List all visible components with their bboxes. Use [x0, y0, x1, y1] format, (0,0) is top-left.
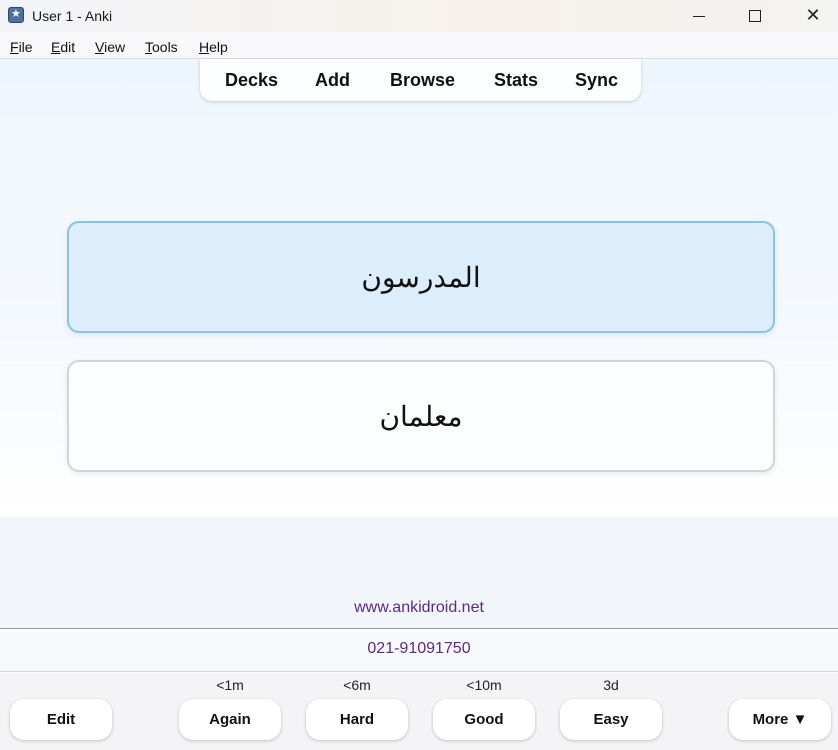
- more-button[interactable]: More ▼: [729, 699, 831, 740]
- browse-link[interactable]: Browse: [390, 70, 455, 91]
- sync-link[interactable]: Sync: [575, 70, 618, 91]
- hard-button[interactable]: Hard: [306, 699, 408, 740]
- easy-button[interactable]: Easy: [560, 699, 662, 740]
- website-link[interactable]: www.ankidroid.net: [0, 599, 838, 617]
- menu-help[interactable]: Help: [199, 39, 228, 55]
- again-button[interactable]: Again: [179, 699, 281, 740]
- again-interval: <1m: [216, 677, 244, 693]
- menu-bar: File Edit View Tools Help: [0, 32, 838, 59]
- card-front-text: المدرسون: [361, 260, 481, 294]
- minimize-icon: [693, 15, 705, 17]
- maximize-button[interactable]: [732, 0, 778, 32]
- maximize-icon: [749, 10, 761, 22]
- anki-star-icon: [8, 7, 24, 23]
- easy-interval: 3d: [603, 677, 619, 693]
- minimize-button[interactable]: [676, 0, 722, 32]
- card-back: معلمان: [67, 360, 775, 472]
- hard-interval: <6m: [343, 677, 371, 693]
- edit-button[interactable]: Edit: [10, 699, 112, 740]
- title-bar: User 1 - Anki ✕: [0, 0, 838, 32]
- menu-view[interactable]: View: [95, 39, 125, 55]
- bottom-bar: [0, 673, 838, 750]
- decks-link[interactable]: Decks: [225, 70, 278, 91]
- menu-file[interactable]: File: [10, 39, 33, 55]
- phone-link[interactable]: 021-91091750: [0, 640, 838, 658]
- close-icon: ✕: [805, 5, 821, 26]
- add-link[interactable]: Add: [315, 70, 350, 91]
- window-title: User 1 - Anki: [32, 8, 113, 24]
- good-button[interactable]: Good: [433, 699, 535, 740]
- close-button[interactable]: ✕: [790, 0, 836, 32]
- card-back-text: معلمان: [379, 399, 463, 433]
- menu-tools[interactable]: Tools: [145, 39, 178, 55]
- good-interval: <10m: [466, 677, 502, 693]
- card-front: المدرسون: [67, 221, 775, 333]
- menu-edit[interactable]: Edit: [51, 39, 75, 55]
- top-toolbar: Decks Add Browse Stats Sync: [200, 59, 641, 101]
- stats-link[interactable]: Stats: [494, 70, 538, 91]
